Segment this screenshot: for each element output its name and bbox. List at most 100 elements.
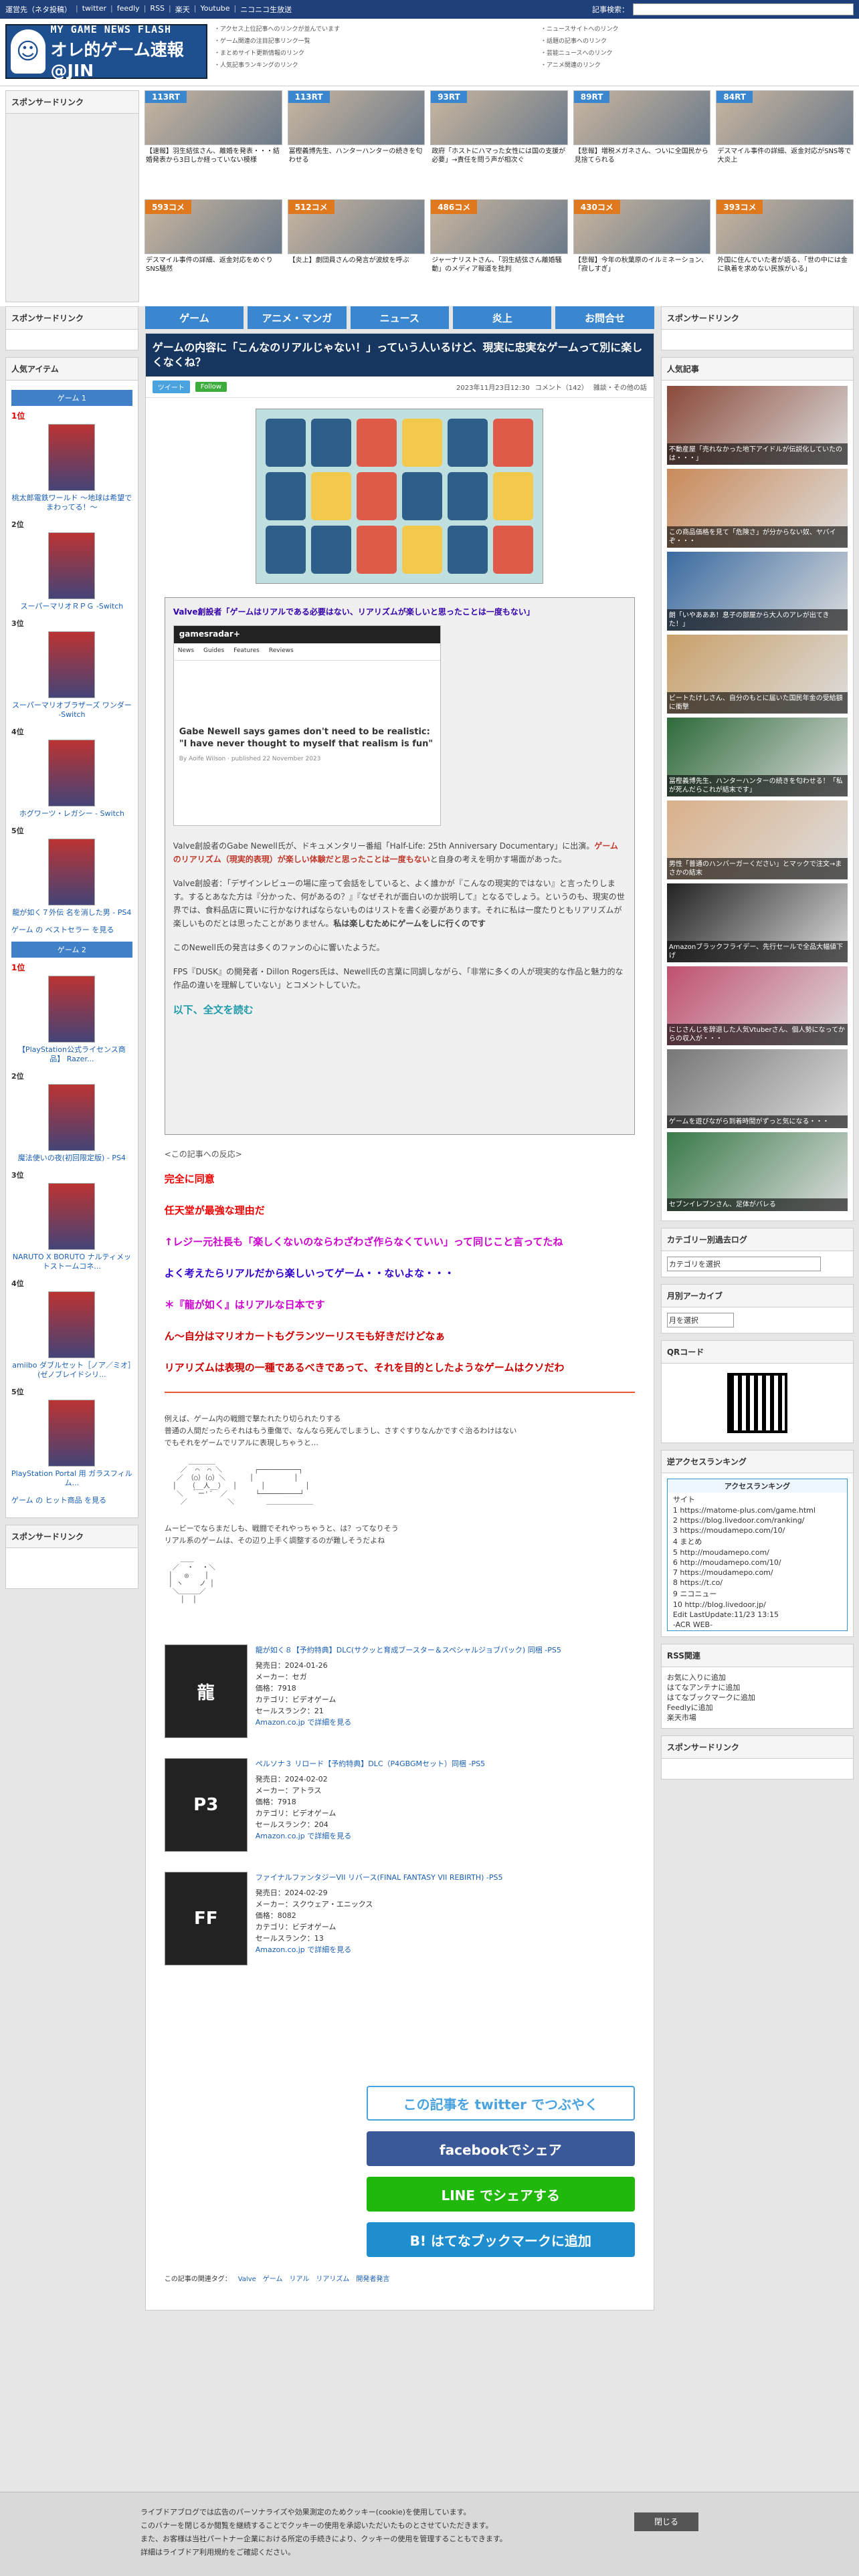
product-item[interactable]: NARUTO X BORUTO ナルティメットストームコネ... [11,1183,132,1271]
popular-article[interactable]: ビートたけしさん、自分のもとに届いた国民年金の受給額に衝撃 [666,635,848,718]
product-item[interactable]: 桃太郎電鉄ワールド ～地球は希望でまわってる！～ [11,424,132,512]
product-item[interactable]: 龍が如く７外伝 名を消した男 - PS4 [11,839,132,918]
acr-row[interactable]: 8 https://t.co/ [670,1578,844,1588]
tweet-button[interactable]: ツイート [152,381,190,393]
header-link[interactable]: ・人気記事ランキングのリンク [214,60,527,69]
product-name[interactable]: スーパーマリオブラザーズ ワンダー -Switch [11,701,132,720]
amazon-link[interactable]: Amazon.co.jp で詳細を見る [256,1832,352,1840]
rss-link[interactable]: お気に入りに追加 [667,1673,848,1683]
popular-article[interactable]: Amazonブラックフライデー、先行セールで全品大幅値下げ [666,883,848,966]
acr-row[interactable]: 10 http://blog.livedoor.jp/ [670,1600,844,1610]
comment-link[interactable]: コメント（142） [535,382,588,392]
nav-お問合せ[interactable]: お問合せ [555,306,654,329]
rss-link[interactable]: Feedlyに追加 [667,1703,848,1713]
popular-article[interactable]: 冨樫義博先生、ハンターハンターの続きを匂わせる！「私が死んだらこれが結末です」 [666,718,848,800]
read-more-link[interactable]: 以下、全文を読む [173,1002,626,1016]
product-cover[interactable]: P3 [164,1758,248,1852]
tag-link[interactable]: リアリズム [316,2276,349,2283]
rss-link[interactable]: はてなブックマークに追加 [667,1693,848,1703]
header-link[interactable]: ・ニュースサイトへのリンク [541,24,854,33]
nav-ゲーム[interactable]: ゲーム [145,306,244,329]
tag-link[interactable]: 開発者発言 [356,2276,389,2283]
search-input[interactable] [633,3,854,15]
product-cover[interactable]: FF [164,1872,248,1965]
product-item[interactable]: PlayStation Portal 用 ガラスフィルム... [11,1400,132,1488]
product-item[interactable]: ホグワーツ・レガシー - Switch [11,740,132,819]
top-link[interactable]: RSS [150,4,165,15]
tag-link[interactable]: Valve [238,2276,256,2283]
product-title[interactable]: 龍が如く８【予約特典】DLC(サクッと育成ブースター＆スペシャルジョブパック) … [256,1644,561,1656]
hit-products-link[interactable]: ゲーム の ヒット商品 を見る [11,1495,132,1505]
share-button[interactable]: この記事を twitter でつぶやく [366,2086,635,2121]
nav-炎上[interactable]: 炎上 [452,306,552,329]
acr-row[interactable]: 5 http://moudamepo.com/ [670,1547,844,1558]
top-link[interactable]: Youtube [200,4,229,15]
product-cover[interactable]: 龍 [164,1644,248,1738]
article-title[interactable]: ゲームの内容に「こんなのリアルじゃない！」っていう人いるけど、現実に忠実なゲーム… [145,334,654,377]
ad-thumbnail[interactable]: 486コメ ジャーナリストさん、「羽生結弦さん離婚騒動」のメディア報道を批判 [430,199,568,300]
product-name[interactable]: 龍が如く７外伝 名を消した男 - PS4 [11,908,132,918]
product-item[interactable]: amiibo ダブルセット［ノア／ミオ］(ゼノブレイドシリ... [11,1291,132,1380]
ad-thumbnail[interactable]: 84RT デスマイル事件の詳細、返金対応がSNS等で大炎上 [716,90,854,191]
popular-article[interactable]: この商品価格を見て「危険さ」が分からない奴、ヤバイぞ・・・ [666,469,848,552]
quote-headline[interactable]: Valve創設者「ゲームはリアルである必要はない、リアリズムが楽しいと思ったこと… [173,606,626,617]
ad-thumbnail[interactable]: 393コメ 外国に住んでいた者が語る、「世の中には金に執着を求めない民族がいる」 [716,199,854,300]
site-logo[interactable]: ☺ MY GAME NEWS FLASH オレ的ゲーム速報@JIN [5,23,207,80]
popular-article[interactable]: 朗「いやあああ！息子の部屋から大人のアレが出てきた！」 [666,552,848,635]
ad-thumbnail[interactable]: 113RT 冨樫義博先生、ハンターハンターの続きを匂わせる [287,90,425,191]
acr-row[interactable]: サイト [670,1493,844,1505]
rss-link[interactable]: はてなアンテナに追加 [667,1683,848,1693]
acr-row[interactable]: 4 まとめ [670,1535,844,1547]
top-link[interactable]: twitter [82,4,106,15]
ad-thumbnail[interactable]: 512コメ 【炎上】劇団員さんの発言が波紋を呼ぶ [287,199,425,300]
category-select[interactable]: カテゴリを選択 [666,1257,821,1271]
category-link[interactable]: 雑談・その他の話 [593,382,647,392]
share-button[interactable]: facebookでシェア [366,2131,635,2166]
header-link[interactable]: ・まとめサイト更新情報のリンク [214,48,527,57]
product-title[interactable]: ペルソナ３ リロード【予約特典】DLC（P4GBGMセット）同梱 -PS5 [256,1758,485,1769]
product-title[interactable]: ファイナルファンタジーVII リバース(FINAL FANTASY VII RE… [256,1872,503,1883]
acr-row[interactable]: 7 https://moudamepo.com/ [670,1568,844,1578]
product-name[interactable]: amiibo ダブルセット［ノア／ミオ］(ゼノブレイドシリ... [11,1361,132,1380]
ad-thumbnail[interactable]: 430コメ 【悲報】今年の秋葉原のイルミネーション、「寂しすぎ」 [573,199,711,300]
ad-thumbnail[interactable]: 89RT 【悲報】増税メガネさん、ついに全国民から見捨てられる [573,90,711,191]
product-name[interactable]: NARUTO X BORUTO ナルティメットストームコネ... [11,1253,132,1271]
product-name[interactable]: スーパーマリオＲＰＧ -Switch [11,602,132,611]
product-name[interactable]: 魔法使いの夜(初回限定版) - PS4 [11,1154,132,1163]
acr-row[interactable]: 2 https://blog.livedoor.com/ranking/ [670,1515,844,1525]
top-link[interactable]: 運営先（ネタ投稿） [5,4,72,15]
popular-article[interactable]: ゲームを遊びながら到着時間がずっと気になる・・・ [666,1049,848,1132]
product-name[interactable]: PlayStation Portal 用 ガラスフィルム... [11,1469,132,1488]
nav-ニュース[interactable]: ニュース [350,306,449,329]
bestseller-link[interactable]: ゲーム の ベストセラー を見る [11,924,132,935]
acr-row[interactable]: 3 https://moudamepo.com/10/ [670,1525,844,1535]
top-link[interactable]: feedly [117,4,140,15]
amazon-link[interactable]: Amazon.co.jp で詳細を見る [256,1718,352,1727]
top-link[interactable]: ニコニコ生放送 [240,4,292,15]
acr-row[interactable]: -ACR WEB- [670,1620,844,1630]
product-item[interactable]: 【PlayStation公式ライセンス商品】 Razer... [11,976,132,1064]
follow-button[interactable]: Follow [195,382,227,392]
popular-article[interactable]: にじさんじを辞退した人気Vtuberさん、個人勢になってからの収入が・・・ [666,966,848,1049]
month-select[interactable]: 月を選択 [666,1313,734,1327]
share-button[interactable]: B! はてなブックマークに追加 [366,2222,635,2257]
nav-アニメ・マンガ[interactable]: アニメ・マンガ [248,306,347,329]
product-name[interactable]: 【PlayStation公式ライセンス商品】 Razer... [11,1045,132,1064]
acr-row[interactable]: 1 https://matome-plus.com/game.html [670,1505,844,1515]
cookie-close-button[interactable]: 閉じる [634,2512,699,2531]
product-item[interactable]: スーパーマリオＲＰＧ -Switch [11,532,132,611]
acr-row[interactable]: 6 http://moudamepo.com/10/ [670,1558,844,1568]
acr-row[interactable]: 9 ニコニュー [670,1588,844,1600]
acr-row[interactable]: Edit LastUpdate:11/23 13:15 [670,1610,844,1620]
share-button[interactable]: LINE でシェアする [366,2177,635,2212]
ad-thumbnail[interactable]: 113RT 【速報】羽生結弦さん、離婚を発表・・・結婚発表から3日しか経っていない… [145,90,282,191]
header-link[interactable]: ・芸能ニュースへのリンク [541,48,854,57]
ad-thumbnail[interactable]: 93RT 政府「ホストにハマった女性には国の支援が必要」→責任を問う声が相次ぐ [430,90,568,191]
header-link[interactable]: ・アニメ関連のリンク [541,60,854,69]
popular-article[interactable]: セブンイレブンさん、足体がバレる [666,1132,848,1215]
tag-link[interactable]: リアル [289,2276,309,2283]
rss-link[interactable]: 楽天市場 [667,1713,848,1723]
product-name[interactable]: 桃太郎電鉄ワールド ～地球は希望でまわってる！～ [11,494,132,512]
top-link[interactable]: 楽天 [175,4,190,15]
header-link[interactable]: ・ゲーム関連の注目記事リンク一覧 [214,36,527,45]
